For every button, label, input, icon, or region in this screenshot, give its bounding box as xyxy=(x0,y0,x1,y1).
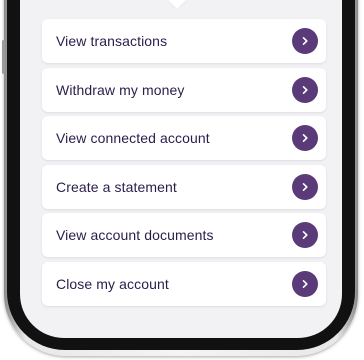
menu-item-label: View account documents xyxy=(56,227,214,244)
menu-item-view-account-documents[interactable]: View account documents xyxy=(42,213,326,258)
phone-side-button xyxy=(2,40,5,74)
menu-item-view-connected-account[interactable]: View connected account xyxy=(42,116,326,161)
menu-item-create-statement[interactable]: Create a statement xyxy=(42,164,326,209)
menu-item-close-account[interactable]: Close my account xyxy=(42,261,326,306)
chevron-right-icon[interactable] xyxy=(292,28,318,54)
menu-item-view-transactions[interactable]: View transactions xyxy=(42,19,326,63)
chevron-right-icon[interactable] xyxy=(292,173,318,200)
account-actions-menu: View transactions Withdraw my money View… xyxy=(42,19,326,311)
menu-item-label: Withdraw my money xyxy=(56,81,185,98)
chevron-right-icon[interactable] xyxy=(292,270,318,297)
menu-item-withdraw-money[interactable]: Withdraw my money xyxy=(42,67,326,112)
chevron-right-icon[interactable] xyxy=(292,76,318,103)
menu-item-label: Close my account xyxy=(56,275,169,292)
screenshot-stage: View transactions Withdraw my money View… xyxy=(0,0,364,360)
menu-item-label: View transactions xyxy=(56,33,168,49)
chevron-right-icon[interactable] xyxy=(292,125,318,152)
chevron-right-icon[interactable] xyxy=(292,222,318,249)
menu-item-label: View connected account xyxy=(56,130,210,147)
menu-item-label: Create a statement xyxy=(56,178,177,195)
